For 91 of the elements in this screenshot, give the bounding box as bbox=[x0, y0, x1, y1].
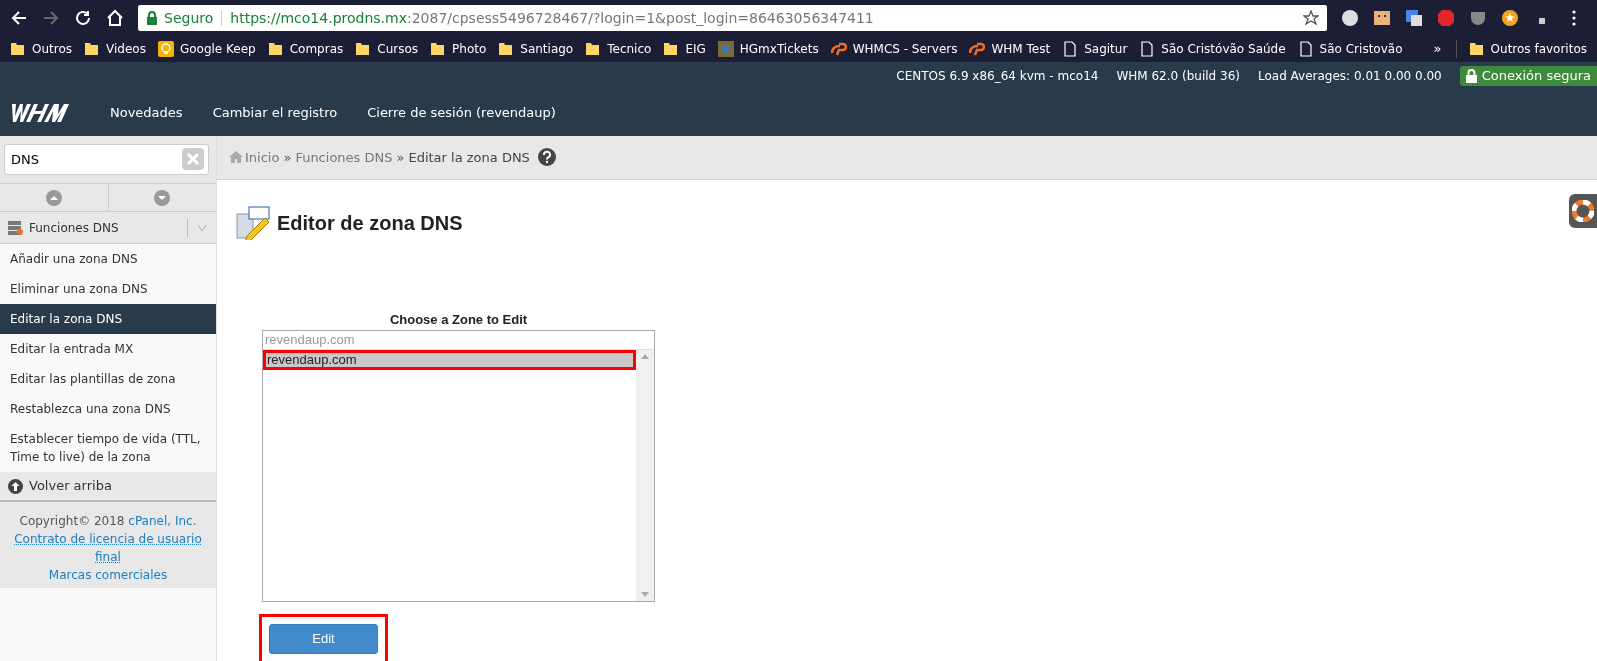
folder-icon bbox=[498, 41, 515, 57]
help-tab[interactable] bbox=[1569, 194, 1597, 228]
bookmark[interactable]: Tecnico bbox=[585, 40, 652, 58]
page-icon bbox=[1062, 41, 1079, 57]
page-icon bbox=[1297, 41, 1314, 57]
breadcrumb-separator: » bbox=[396, 148, 405, 167]
nav-link[interactable]: Cambiar el registro bbox=[212, 103, 338, 123]
zone-list[interactable]: revendaup.com revendaup.com bbox=[262, 330, 655, 602]
bookmark[interactable]: HGmxTickets bbox=[717, 40, 819, 58]
bookmark[interactable]: Sagitur bbox=[1062, 40, 1128, 58]
secure-connection-badge: Conexión segura bbox=[1459, 66, 1597, 86]
thumbnail-icon bbox=[717, 41, 734, 57]
bookmark[interactable]: Compras bbox=[267, 40, 344, 58]
sidebar-item[interactable]: Añadir una zona DNS bbox=[0, 244, 216, 274]
nav-link[interactable]: Cierre de sesión (revendaup) bbox=[367, 103, 556, 123]
copyright-text: Copyright© 2018 bbox=[19, 514, 125, 528]
breadcrumb-link[interactable]: Inicio bbox=[229, 147, 280, 167]
star-icon[interactable] bbox=[1303, 10, 1319, 26]
folder-icon bbox=[10, 41, 26, 57]
breadcrumb-link[interactable]: Funciones DNS bbox=[295, 147, 393, 167]
back-to-top-link[interactable]: Volver arriba bbox=[0, 472, 216, 502]
reload-icon[interactable] bbox=[74, 9, 92, 27]
section-header[interactable]: Funciones DNS bbox=[0, 212, 216, 244]
bookmark[interactable]: São Cristovão bbox=[1297, 40, 1403, 58]
edit-button[interactable]: Edit bbox=[269, 624, 378, 654]
up-arrow-icon bbox=[8, 478, 23, 494]
breadcrumb-separator: » bbox=[283, 148, 292, 167]
folder-icon bbox=[267, 41, 284, 57]
search-field[interactable]: DNS bbox=[4, 144, 209, 175]
circle-extension-icon[interactable] bbox=[1341, 9, 1359, 27]
sidebar-item[interactable]: Establecer tiempo de vida (TTL, Time to live) de la zona bbox=[0, 424, 216, 472]
document-pencil-icon bbox=[235, 205, 271, 240]
folder-icon bbox=[355, 41, 372, 57]
page-title: Editor de zona DNS bbox=[277, 210, 463, 236]
bookmark[interactable]: Videos bbox=[84, 40, 146, 58]
bookmark[interactable]: Outros favoritos bbox=[1455, 40, 1587, 58]
folder-icon bbox=[84, 41, 101, 57]
bookmark[interactable]: WHMCS - Servers bbox=[830, 40, 958, 58]
folder-icon bbox=[1468, 41, 1485, 57]
bookmark[interactable]: Google Keep bbox=[157, 40, 256, 58]
address-bar[interactable]: Seguro https://mco14.prodns.mx:2087/cpsess5496728467/?login=1&post_login=86463056347411 bbox=[138, 5, 1327, 31]
page-icon bbox=[1139, 41, 1156, 57]
sidebar-item[interactable]: Restablezca una zona DNS bbox=[0, 394, 216, 424]
bookmark[interactable]: São Cristóvão Saúde bbox=[1139, 40, 1286, 58]
help-icon[interactable] bbox=[537, 148, 556, 167]
scroll-up-icon bbox=[641, 354, 649, 359]
star-badge-extension-icon[interactable] bbox=[1501, 9, 1519, 27]
folder-icon bbox=[585, 41, 602, 57]
scroll-down-icon bbox=[641, 592, 649, 597]
bookmark[interactable]: Santiago bbox=[498, 40, 574, 58]
cpanel-logo-icon bbox=[969, 41, 986, 57]
server-info: CENTOS 6.9 x86_64 kvm - mco14 bbox=[896, 68, 1099, 85]
face-extension-icon[interactable] bbox=[1373, 9, 1391, 27]
secure-label: Seguro bbox=[164, 8, 214, 28]
down-chevron-icon bbox=[154, 189, 171, 206]
padlock-icon bbox=[1465, 69, 1477, 83]
sidebar-item[interactable]: Editar las plantillas de zona bbox=[0, 364, 216, 394]
url-text: https://mco14.prodns.mx:2087/cpsess5496728467/?login=1&post_login=86463056347411 bbox=[230, 8, 874, 28]
folder-icon bbox=[663, 41, 680, 57]
bookmark[interactable]: Photo bbox=[430, 40, 487, 58]
bookmark[interactable]: WHM Test bbox=[969, 40, 1051, 58]
lock-icon bbox=[146, 11, 158, 25]
load-averages: Load Averages: 0.01 0.00 0.00 bbox=[1257, 68, 1442, 85]
overflow-chevron[interactable]: » bbox=[1433, 39, 1442, 59]
folder-icon bbox=[430, 41, 447, 57]
forward-arrow-icon[interactable] bbox=[42, 9, 60, 27]
cpanel-logo-icon bbox=[830, 41, 847, 57]
home-icon[interactable] bbox=[106, 9, 124, 27]
server-icon bbox=[8, 220, 23, 235]
sidebar-item[interactable]: Eliminar una zona DNS bbox=[0, 274, 216, 304]
nav-link[interactable]: Novedades bbox=[110, 103, 183, 123]
trademarks-link[interactable]: Marcas comerciales bbox=[48, 566, 168, 584]
sidebar-item[interactable]: Editar la entrada MX bbox=[0, 334, 216, 364]
filter-field[interactable]: revendaup.com bbox=[263, 331, 654, 349]
breadcrumb-current: Editar la zona DNS bbox=[408, 148, 530, 167]
bookmark[interactable]: Cursos bbox=[355, 40, 419, 58]
license-link[interactable]: Contrato de licencia de usuario final bbox=[8, 530, 208, 566]
up-chevron-icon bbox=[45, 189, 62, 206]
company-link[interactable]: cPanel, Inc. bbox=[128, 514, 197, 528]
bookmark[interactable]: EIG bbox=[663, 40, 706, 58]
lightbulb-icon bbox=[157, 41, 174, 57]
zone-option[interactable]: revendaup.com bbox=[263, 350, 636, 370]
lifebuoy-icon bbox=[1572, 200, 1594, 222]
back-arrow-icon[interactable] bbox=[10, 9, 28, 27]
scrollbar[interactable] bbox=[636, 350, 654, 601]
sidebar-item[interactable]: Editar la zona DNS bbox=[0, 304, 216, 334]
version-info: WHM 62.0 (build 36) bbox=[1116, 68, 1240, 85]
field-label: Choose a Zone to Edit bbox=[388, 310, 529, 329]
bookmark[interactable]: Outros bbox=[10, 40, 73, 58]
home-icon bbox=[229, 151, 243, 164]
stop-sign-extension-icon[interactable] bbox=[1437, 9, 1455, 27]
